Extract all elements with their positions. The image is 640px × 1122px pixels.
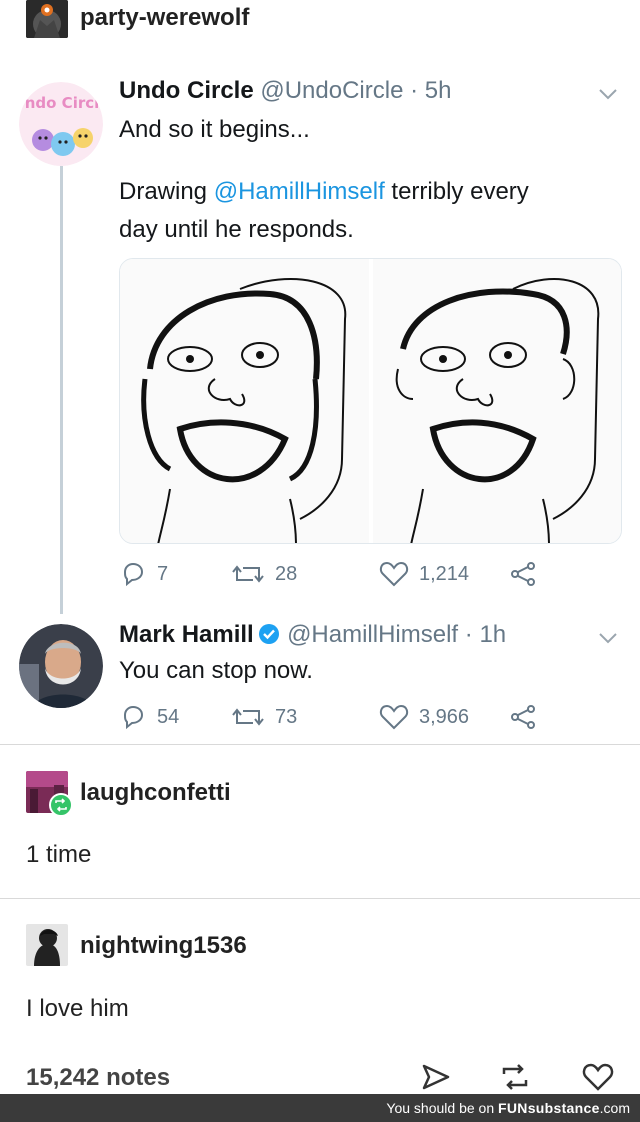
- retweet-icon: [232, 565, 264, 583]
- tweet-header: Undo Circle @UndoCircle · 5h: [119, 77, 451, 105]
- tweet-separator: ·: [403, 77, 425, 104]
- mention-link[interactable]: @HamillHimself: [214, 178, 385, 205]
- post-header: party-werewolf: [0, 0, 640, 42]
- watermark-prefix: You should be on: [386, 1100, 499, 1116]
- like-icon: [379, 561, 409, 587]
- share-icon: [511, 562, 535, 586]
- like-count: 3,966: [419, 705, 470, 728]
- notes-count[interactable]: 15,242 notes: [26, 1064, 170, 1092]
- tweet-actions: 7 28 1,214: [119, 560, 539, 590]
- watermark-footer: You should be on FUNsubstance.com: [0, 1094, 640, 1122]
- tweet-text-suffix: terribly every: [384, 178, 529, 205]
- watermark-text: You should be on FUNsubstance.com: [386, 1100, 630, 1116]
- thread-connector: [60, 166, 63, 614]
- tweet-display-name[interactable]: Undo Circle: [119, 77, 254, 104]
- tweet-text-line: And so it begins...: [119, 116, 310, 143]
- retweet-icon: [232, 708, 264, 726]
- media-image-sketch-1[interactable]: [120, 259, 369, 543]
- retweet-action[interactable]: 28: [231, 560, 297, 588]
- reply-action[interactable]: 54: [119, 703, 179, 731]
- reply-count: 7: [157, 562, 169, 585]
- reblog-icon[interactable]: [498, 1060, 532, 1094]
- tweet-time[interactable]: 5h: [425, 77, 452, 104]
- tweet-header: Mark Hamill @HamillHimself · 1h: [119, 621, 506, 649]
- heart-icon[interactable]: [581, 1060, 615, 1094]
- share-action[interactable]: [509, 703, 537, 731]
- retweet-count: 28: [275, 562, 298, 585]
- reply-count: 54: [157, 705, 180, 728]
- like-action[interactable]: 3,966: [379, 703, 469, 731]
- tweet-handle[interactable]: @UndoCircle: [260, 77, 403, 104]
- watermark-suffix: .com: [599, 1100, 630, 1116]
- tweet-text-line: day until he responds.: [119, 216, 354, 243]
- tweet-text-line: You can stop now.: [119, 657, 313, 684]
- reply-action[interactable]: 7: [119, 560, 168, 588]
- reblog-avatar[interactable]: [26, 924, 68, 966]
- reblog-username[interactable]: nightwing1536: [80, 932, 247, 960]
- tweet-time[interactable]: 1h: [479, 621, 506, 648]
- tweet-actions: 54 73 3,966: [119, 703, 539, 733]
- tweet-separator: ·: [458, 621, 480, 648]
- tweet-text-line: Drawing @HamillHimself terribly every: [119, 173, 619, 211]
- media-image-sketch-2[interactable]: [373, 259, 621, 543]
- reblog-text: I love him: [26, 995, 129, 1022]
- tweet-body: You can stop now.: [119, 652, 619, 690]
- tweet-text-prefix: Drawing: [119, 178, 214, 205]
- retweet-count: 73: [275, 705, 298, 728]
- reblog-username[interactable]: laughconfetti: [80, 779, 231, 807]
- reply-icon: [123, 705, 144, 730]
- tweet-avatar[interactable]: Undo Circle: [19, 82, 103, 166]
- share-icon: [511, 705, 535, 729]
- tweet-body: And so it begins... Drawing @HamillHimse…: [119, 111, 619, 249]
- like-count: 1,214: [419, 562, 470, 585]
- retweet-action[interactable]: 73: [231, 703, 297, 731]
- share-action[interactable]: [509, 560, 537, 588]
- reblog-badge-icon: [49, 793, 73, 817]
- tweet-display-name[interactable]: Mark Hamill: [119, 621, 254, 648]
- notes-bar: 15,242 notes: [0, 1060, 640, 1094]
- send-icon[interactable]: [418, 1060, 452, 1094]
- reblog-text: 1 time: [26, 841, 92, 868]
- watermark-brand-rest: substance: [527, 1100, 600, 1116]
- like-icon: [379, 704, 409, 730]
- watermark-brand-fun: FUN: [498, 1100, 528, 1116]
- chevron-down-icon[interactable]: [596, 626, 620, 650]
- divider: [0, 898, 640, 899]
- tweet-media-grid: [119, 258, 622, 544]
- blog-avatar[interactable]: [26, 0, 68, 38]
- blog-name[interactable]: party-werewolf: [80, 4, 249, 32]
- tweet-handle[interactable]: @HamillHimself: [287, 621, 458, 648]
- chevron-down-icon[interactable]: [596, 82, 620, 106]
- divider: [0, 744, 640, 745]
- avatar-logo-text: Undo Circle: [19, 94, 103, 112]
- reply-icon: [123, 562, 144, 587]
- tweet-avatar[interactable]: [19, 624, 103, 708]
- verified-badge-icon: [259, 624, 280, 644]
- like-action[interactable]: 1,214: [379, 560, 469, 588]
